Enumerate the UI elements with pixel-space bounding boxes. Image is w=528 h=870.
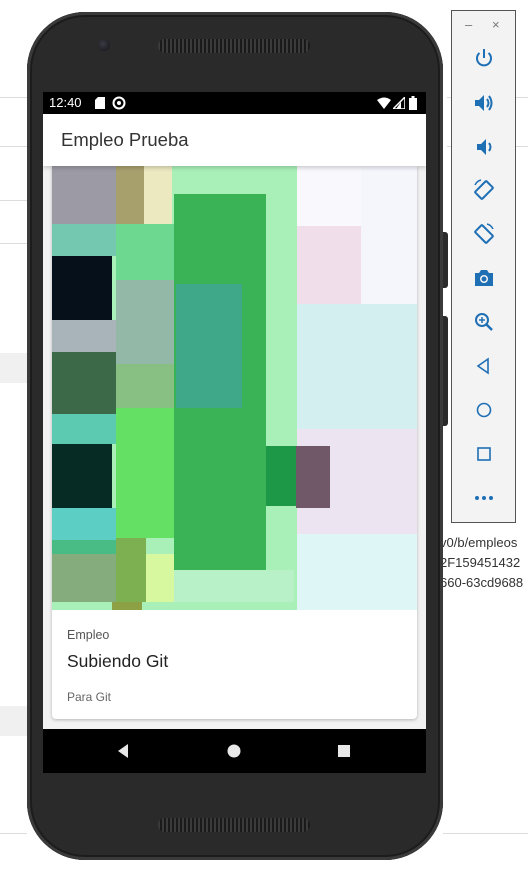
close-button[interactable]: × xyxy=(492,17,500,32)
bg-divider xyxy=(0,243,27,244)
rotate-right-icon[interactable] xyxy=(470,220,498,248)
top-speaker xyxy=(158,39,310,53)
device-screen: 12:40 Empleo Prueba Empleo Subiendo Git … xyxy=(43,92,426,773)
nav-overview-icon[interactable] xyxy=(333,740,355,762)
navigation-bar xyxy=(43,729,426,773)
nav-back-icon[interactable] xyxy=(113,740,135,762)
job-card[interactable]: Empleo Subiendo Git Para Git xyxy=(52,166,417,719)
app-title: Empleo Prueba xyxy=(61,129,189,150)
bg-divider xyxy=(0,97,27,98)
home-icon[interactable] xyxy=(470,396,498,424)
sync-icon xyxy=(112,96,126,110)
bg-divider xyxy=(0,833,27,834)
volume-down-icon[interactable] xyxy=(470,133,498,161)
signal-icon xyxy=(393,97,405,109)
background-url-line: 660-63cd9688 xyxy=(440,575,524,590)
background-url-line: 2F159451432 xyxy=(440,555,521,570)
bottom-speaker xyxy=(158,818,310,832)
rotate-left-icon[interactable] xyxy=(470,176,498,204)
minimize-button[interactable]: – xyxy=(465,17,472,32)
sd-card-icon xyxy=(95,97,105,109)
bg-divider xyxy=(443,833,528,834)
power-side-button xyxy=(443,232,448,288)
job-list[interactable]: Empleo Subiendo Git Para Git xyxy=(43,166,426,729)
background-url-line: v0/b/empleos xyxy=(440,535,518,550)
more-icon[interactable] xyxy=(470,484,498,512)
back-icon[interactable] xyxy=(470,352,498,380)
front-camera xyxy=(98,39,110,51)
bg-row-highlight xyxy=(0,706,27,736)
camera-icon[interactable] xyxy=(470,264,498,292)
app-bar: Empleo Prueba xyxy=(43,114,426,166)
bg-divider xyxy=(0,200,27,201)
nav-home-icon[interactable] xyxy=(223,740,245,762)
job-title: Subiendo Git xyxy=(67,651,169,671)
job-image-graphic xyxy=(52,166,417,610)
volume-up-icon[interactable] xyxy=(470,89,498,117)
job-subtitle: Para Git xyxy=(67,690,112,704)
battery-icon xyxy=(409,96,417,110)
bg-divider xyxy=(0,146,27,147)
emulator-toolbar: – × xyxy=(451,10,516,523)
job-image xyxy=(52,166,417,610)
status-time: 12:40 xyxy=(49,95,82,110)
power-icon[interactable] xyxy=(470,44,498,72)
zoom-icon[interactable] xyxy=(470,308,498,336)
status-bar: 12:40 xyxy=(43,92,426,114)
bg-row-highlight xyxy=(0,353,27,383)
volume-side-button xyxy=(443,316,448,426)
overview-icon[interactable] xyxy=(470,440,498,468)
wifi-icon xyxy=(377,97,391,109)
job-category: Empleo xyxy=(67,628,110,642)
